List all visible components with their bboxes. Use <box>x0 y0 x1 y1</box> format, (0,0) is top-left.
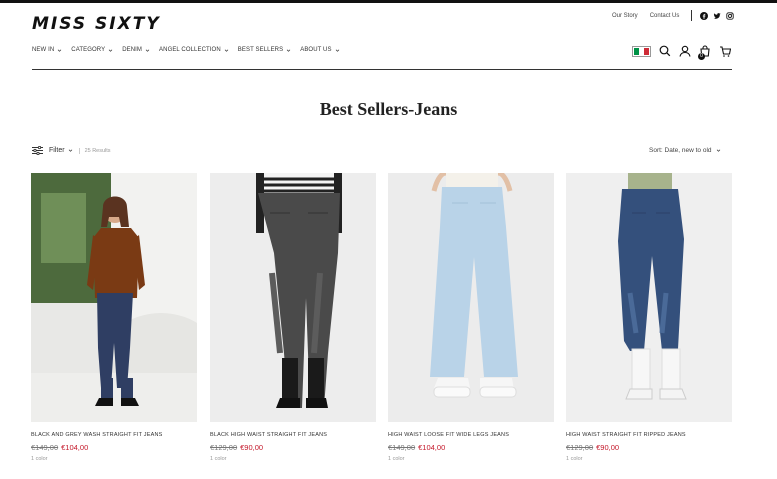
chevron-down-icon <box>224 49 229 52</box>
nav-item-angel-collection[interactable]: Angel collection <box>159 47 229 53</box>
nav-label: Best sellers <box>237 47 284 53</box>
chevron-down-icon <box>108 49 113 52</box>
chevron-down-icon <box>58 49 62 52</box>
original-price: €129,00 <box>566 443 594 452</box>
social-links <box>700 11 735 20</box>
product-photo <box>210 173 376 422</box>
color-count: 1 color <box>210 456 227 462</box>
main-nav: New in Category Denim Angel collection B… <box>32 47 349 53</box>
product-image[interactable] <box>210 173 376 422</box>
product-image[interactable] <box>566 173 732 422</box>
flag-stripe-red <box>644 47 649 55</box>
color-count: 1 color <box>388 456 405 462</box>
product-card[interactable]: High waist loose fit wide legs jeans €14… <box>388 173 554 462</box>
product-photo <box>388 173 554 422</box>
original-price: €149,00 <box>388 443 416 452</box>
product-name[interactable]: Black high waist straight fit jeans <box>210 432 376 438</box>
header-divider <box>32 69 732 70</box>
utility-bar: Our Story Contact Us <box>612 10 735 21</box>
top-bar <box>0 0 777 3</box>
chevron-down-icon <box>145 49 150 52</box>
product-image[interactable] <box>31 173 197 422</box>
product-price: €149,00 €104,00 <box>388 443 554 452</box>
color-count: 1 color <box>566 456 583 462</box>
sale-price: €90,00 <box>596 443 620 452</box>
sale-price: €90,00 <box>240 443 264 452</box>
product-card[interactable]: Black high waist straight fit jeans €129… <box>210 173 376 462</box>
nav-item-about-us[interactable]: About us <box>300 47 339 53</box>
filter-sliders-icon <box>32 146 43 155</box>
sale-price: €104,00 <box>61 443 89 452</box>
contact-us-link[interactable]: Contact Us <box>650 13 680 19</box>
product-price: €149,00 €104,00 <box>31 443 197 452</box>
search-icon[interactable] <box>659 45 671 57</box>
account-icon[interactable] <box>679 45 691 57</box>
twitter-icon[interactable] <box>713 12 721 20</box>
header-icons: 0 <box>632 45 731 60</box>
product-image[interactable] <box>388 173 554 422</box>
divider <box>691 10 693 21</box>
nav-label: About us <box>300 47 332 53</box>
wishlist-icon[interactable] <box>719 45 731 57</box>
product-photo <box>31 173 197 422</box>
brand-logo[interactable]: MISS SIXTY <box>32 14 161 34</box>
results-count: 25 Results <box>78 147 111 154</box>
chevron-down-icon <box>68 149 72 152</box>
nav-item-category[interactable]: Category <box>71 47 113 53</box>
chevron-down-icon <box>716 149 720 152</box>
sort-label: Sort: Date, new to old <box>649 147 712 154</box>
product-name[interactable]: High waist loose fit wide legs jeans <box>388 432 554 438</box>
chevron-down-icon <box>286 49 291 52</box>
original-price: €129,00 <box>210 443 238 452</box>
nav-label: Angel collection <box>159 47 221 53</box>
product-card[interactable]: Black and grey wash straight fit jeans €… <box>31 173 197 462</box>
color-count: 1 color <box>31 456 48 462</box>
sale-price: €104,00 <box>418 443 446 452</box>
nav-label: Category <box>71 47 106 53</box>
product-name[interactable]: Black and grey wash straight fit jeans <box>31 432 197 438</box>
italy-flag-icon[interactable] <box>632 45 651 57</box>
cart-count-badge: 0 <box>698 53 705 60</box>
product-name[interactable]: High waist straight fit ripped jeans <box>566 432 732 438</box>
product-photo <box>566 173 732 422</box>
nav-label: New in <box>32 47 55 53</box>
filter-label: Filter <box>49 147 65 154</box>
nav-item-best-sellers[interactable]: Best sellers <box>238 47 291 53</box>
facebook-icon[interactable] <box>700 11 709 20</box>
chevron-down-icon <box>335 49 339 52</box>
product-card[interactable]: High waist straight fit ripped jeans €12… <box>566 173 732 462</box>
nav-item-denim[interactable]: Denim <box>122 47 150 53</box>
nav-label: Denim <box>122 47 143 53</box>
our-story-link[interactable]: Our Story <box>612 13 638 19</box>
filter-bar: Filter 25 Results <box>32 146 111 155</box>
product-price: €129,00 €90,00 <box>566 443 732 452</box>
nav-item-new-in[interactable]: New in <box>32 47 62 53</box>
filter-button[interactable]: Filter <box>32 146 73 155</box>
sort-dropdown[interactable]: Sort: Date, new to old <box>649 147 721 154</box>
page-title: Best Sellers-Jeans <box>319 99 458 119</box>
instagram-icon[interactable] <box>726 11 735 20</box>
product-price: €129,00 €90,00 <box>210 443 376 452</box>
original-price: €149,00 <box>31 443 59 452</box>
